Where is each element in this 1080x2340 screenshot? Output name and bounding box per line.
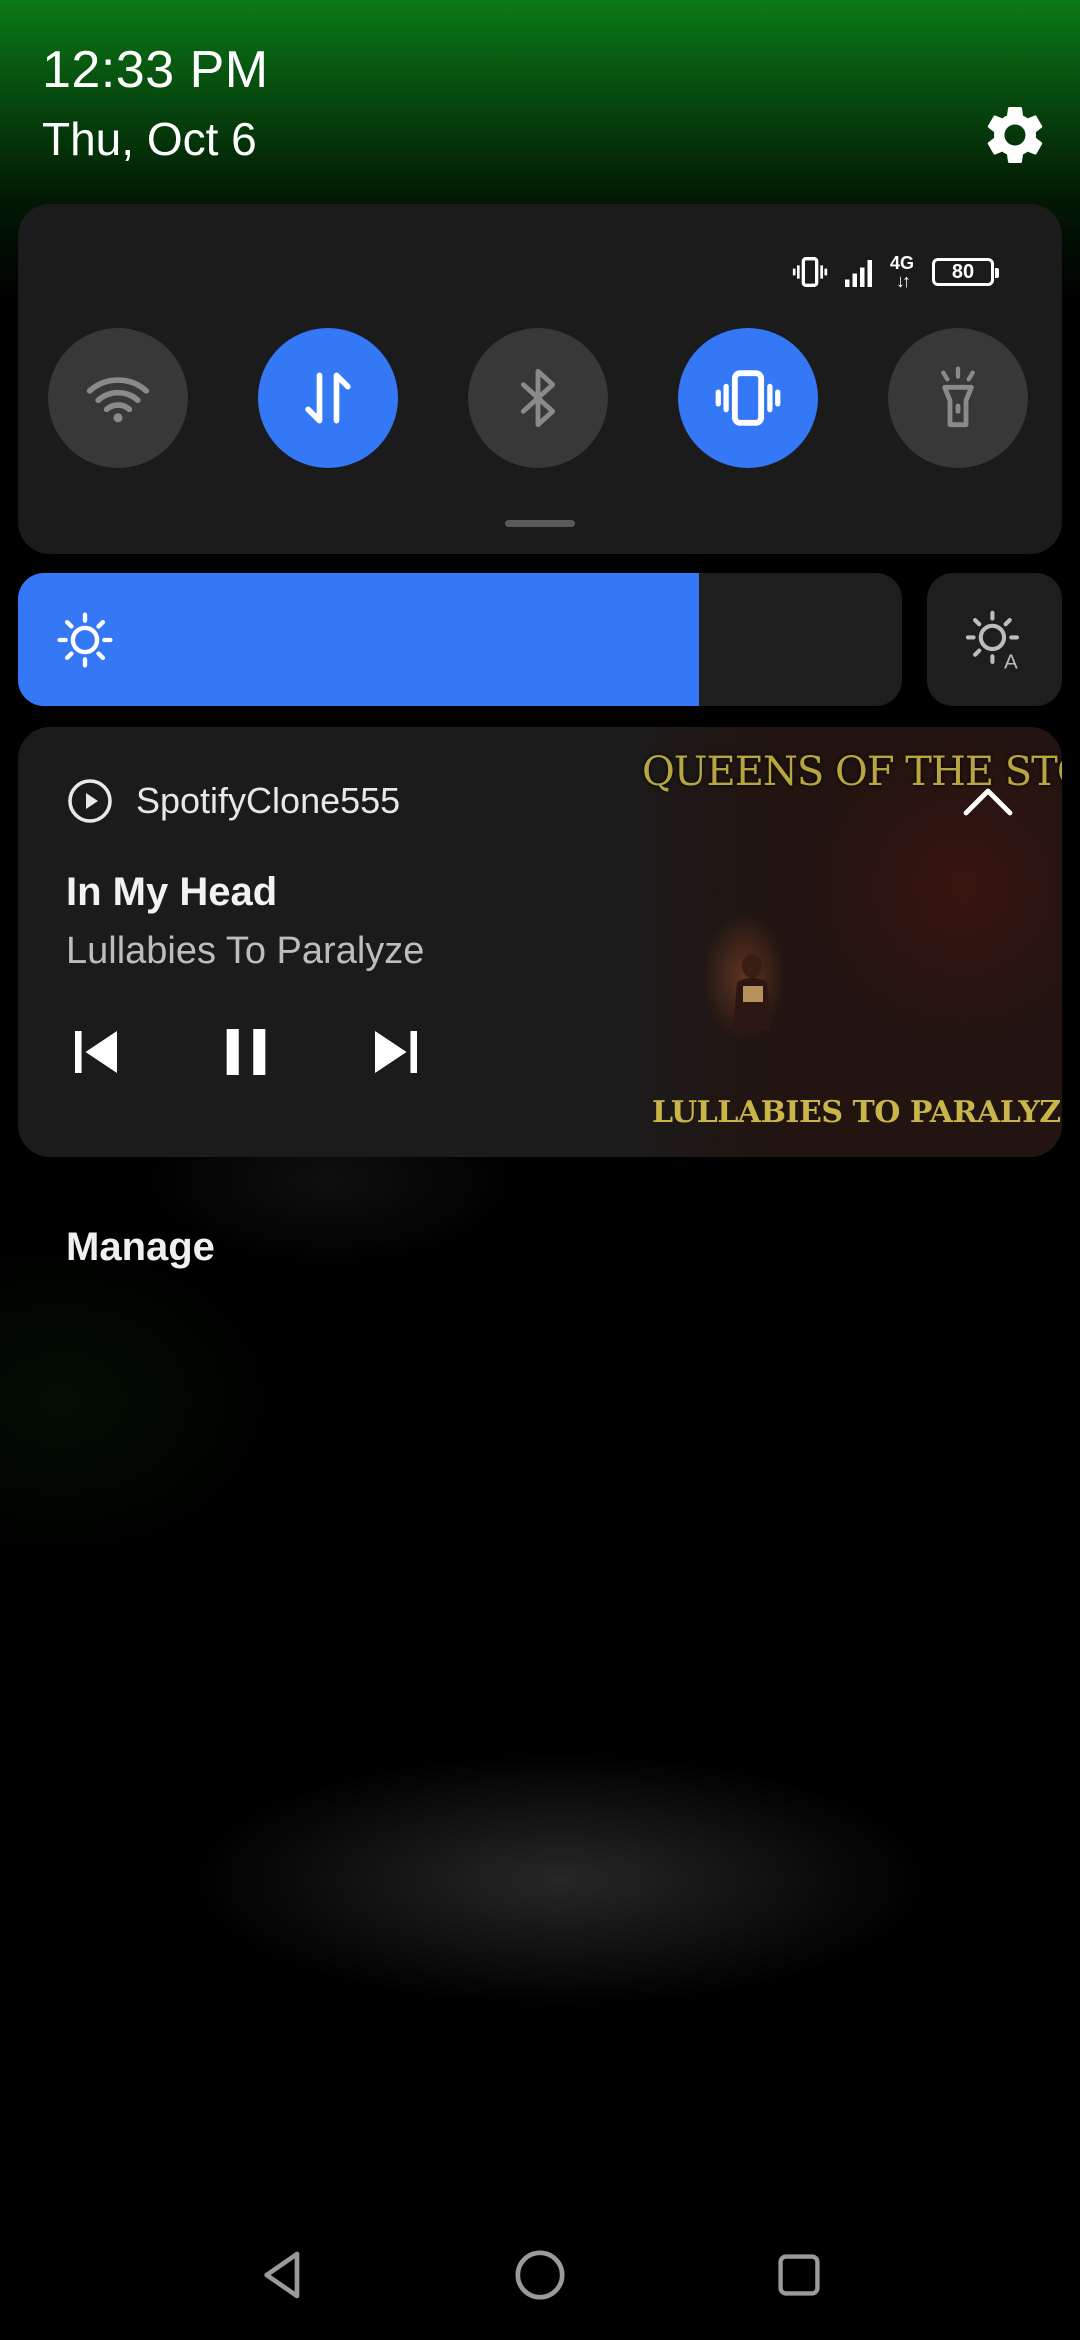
expand-handle[interactable]: [505, 520, 575, 527]
recents-icon: [778, 2254, 820, 2296]
flashlight-icon: [941, 366, 975, 428]
tile-mobile-data[interactable]: [258, 328, 398, 468]
wifi-icon: [86, 377, 150, 423]
chevron-up-icon: [963, 788, 1013, 816]
clock-date: Thu, Oct 6: [42, 113, 257, 165]
battery-level: 80: [951, 260, 975, 283]
next-icon: [375, 1031, 417, 1073]
clock-time: 12:33 PM: [42, 41, 269, 99]
pause-button[interactable]: [211, 1017, 281, 1087]
sun-icon: [57, 612, 113, 668]
data-arrows-icon: 4G ↓↑: [890, 253, 915, 291]
tile-vibrate[interactable]: [678, 328, 818, 468]
album-art-figure: [733, 954, 771, 1030]
settings-button[interactable]: [980, 100, 1050, 170]
previous-icon: [75, 1031, 117, 1073]
recents-button[interactable]: [764, 2240, 834, 2310]
tile-bluetooth[interactable]: [468, 328, 608, 468]
pause-icon: [226, 1029, 266, 1075]
next-button[interactable]: [361, 1017, 431, 1087]
back-icon: [264, 2251, 300, 2299]
signal-icon: [845, 260, 872, 287]
network-type: 4G: [890, 253, 915, 273]
battery-icon: 80: [932, 258, 1000, 286]
vibrate-icon: [715, 370, 781, 426]
manage-notifications-button[interactable]: Manage: [66, 1225, 215, 1270]
media-app-name: SpotifyClone555: [136, 780, 401, 821]
back-button[interactable]: [248, 2240, 318, 2310]
song-title: In My Head: [66, 870, 278, 914]
auto-brightness-button[interactable]: A: [927, 573, 1062, 706]
gear-icon: [987, 106, 1043, 163]
collapse-button[interactable]: [960, 783, 1016, 819]
album-art-title-text: LULLABIES TO PARALYZE: [652, 1095, 1062, 1130]
auto-brightness-icon: A: [965, 610, 1019, 671]
brightness-slider[interactable]: [18, 573, 902, 706]
navigation-bar: [0, 2220, 1080, 2320]
media-notification[interactable]: QUEENS OF THE STONE AGE LULLABIES TO PAR…: [18, 727, 1062, 1157]
tile-wifi[interactable]: [48, 328, 188, 468]
song-album: Lullabies To Paralyze: [66, 930, 425, 972]
data-transfer-icon: [305, 372, 351, 424]
home-icon: [515, 2250, 565, 2300]
brightness-level-fill: [18, 573, 699, 706]
bluetooth-icon: [520, 368, 556, 428]
svg-text:A: A: [1004, 650, 1018, 671]
home-button[interactable]: [505, 2240, 575, 2310]
tile-flashlight[interactable]: [888, 328, 1028, 468]
media-app-header: SpotifyClone555: [66, 777, 400, 825]
status-icons: 4G ↓↑ 80: [790, 252, 1000, 292]
vibrate-icon: [792, 257, 828, 287]
play-circle-icon: [68, 779, 112, 823]
previous-button[interactable]: [61, 1017, 131, 1087]
